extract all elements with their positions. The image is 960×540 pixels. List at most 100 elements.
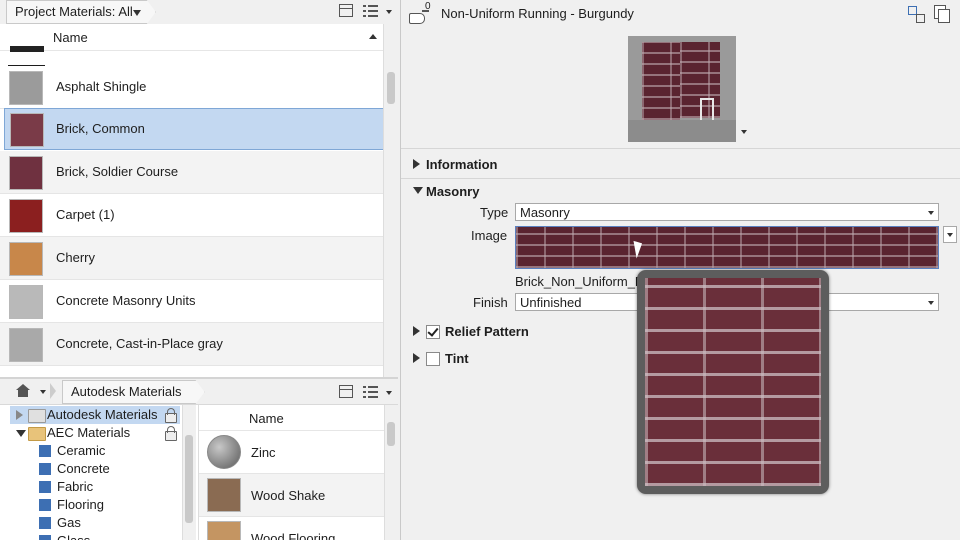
texture-enlarged-preview <box>645 278 821 486</box>
chevron-down-icon <box>928 301 934 305</box>
material-swatch <box>9 328 43 362</box>
collapse-icon <box>413 187 423 194</box>
swap-icon[interactable] <box>908 6 925 23</box>
view-toggle-icon[interactable] <box>339 4 353 17</box>
tree-item-fabric[interactable]: Fabric <box>38 478 178 496</box>
partial-row-swatch <box>8 24 44 52</box>
type-value: Masonry <box>520 205 570 220</box>
tree-scrollbar[interactable] <box>182 405 196 540</box>
image-label: Image <box>471 228 508 243</box>
section-title: Tint <box>445 351 469 366</box>
library-items-scrollbar[interactable] <box>384 405 398 540</box>
expand-icon <box>413 326 420 336</box>
tree-item-flooring[interactable]: Flooring <box>38 496 178 514</box>
scrollbar-thumb[interactable] <box>387 422 395 446</box>
scrollbar-thumb[interactable] <box>185 435 193 523</box>
tree-item-concrete[interactable]: Concrete <box>38 460 178 478</box>
list-item[interactable]: Wood Flooring <box>199 517 385 540</box>
material-swatch <box>10 113 44 147</box>
list-view-icon[interactable] <box>363 385 379 399</box>
image-options-button[interactable] <box>943 226 957 243</box>
materials-scrollbar[interactable] <box>383 24 398 377</box>
folder-icon <box>28 409 46 423</box>
expand-icon <box>413 353 420 363</box>
texture-hover-tooltip <box>637 270 829 494</box>
tree-label: Flooring <box>57 497 104 512</box>
material-title: Non-Uniform Running - Burgundy <box>441 6 634 21</box>
lock-icon <box>165 426 177 441</box>
project-toolbar: Project Materials: All <box>0 0 398 25</box>
section-information[interactable]: Information <box>413 157 713 173</box>
preview-chair <box>700 98 714 120</box>
tree-label: AEC Materials <box>47 425 131 440</box>
chevron-down-icon <box>947 233 953 237</box>
section-masonry[interactable]: Masonry <box>413 184 713 200</box>
home-icon[interactable] <box>16 384 30 397</box>
section-title: Relief Pattern <box>445 324 529 339</box>
library-column-header[interactable]: Name <box>199 405 385 431</box>
category-icon <box>39 517 51 529</box>
library-items-list: Name Zinc Wood Shake Wood Flooring <box>198 405 385 540</box>
list-item[interactable]: Concrete, Cast-in-Place gray <box>0 323 383 366</box>
preview-floor <box>628 120 736 142</box>
material-swatch <box>207 521 241 540</box>
relief-pattern-checkbox[interactable] <box>426 325 440 339</box>
preview-options-chevron[interactable] <box>741 130 747 134</box>
image-texture-preview[interactable] <box>515 226 939 269</box>
material-swatch <box>9 199 43 233</box>
material-name: Cherry <box>56 250 96 265</box>
view-toggle-icon[interactable] <box>339 385 353 398</box>
section-tint[interactable]: Tint <box>413 351 613 367</box>
list-item[interactable]: Cherry <box>0 237 383 280</box>
sort-ascending-icon <box>369 34 377 39</box>
material-name: Concrete Masonry Units <box>56 293 196 308</box>
material-name: Wood Shake <box>251 488 326 503</box>
tree-item-autodesk-materials[interactable]: Autodesk Materials <box>10 406 180 424</box>
materials-list: Asphalt Shingle Brick, Common Brick, Sol… <box>0 50 383 377</box>
chevron-down-icon[interactable] <box>40 390 46 394</box>
image-filename[interactable]: Brick_Non_Uniform_Ru <box>515 274 652 289</box>
list-item[interactable]: Concrete Masonry Units <box>0 280 383 323</box>
scrollbar-thumb[interactable] <box>387 72 395 104</box>
list-view-icon[interactable] <box>363 4 379 18</box>
material-preview[interactable] <box>628 36 736 142</box>
tree-item-aec-materials[interactable]: AEC Materials <box>10 424 180 442</box>
library-tree: Autodesk Materials AEC Materials Ceramic… <box>0 405 198 540</box>
list-item[interactable]: Carpet (1) <box>0 194 383 237</box>
column-name-header[interactable]: Name <box>53 30 88 45</box>
list-item[interactable]: Brick, Soldier Course <box>0 151 383 194</box>
section-relief-pattern[interactable]: Relief Pattern <box>413 324 613 340</box>
list-item[interactable]: Zinc <box>199 431 385 474</box>
material-name: Brick, Common <box>56 121 145 136</box>
tree-label: Glass <box>57 532 90 540</box>
list-item[interactable]: Wood Shake <box>199 474 385 517</box>
project-filter-dropdown[interactable]: Project Materials: All <box>6 0 156 24</box>
category-icon <box>39 499 51 511</box>
chevron-down-icon <box>133 10 141 16</box>
list-item[interactable]: Asphalt Shingle <box>0 66 383 109</box>
material-name: Concrete, Cast-in-Place gray <box>56 336 223 351</box>
chevron-down-icon[interactable] <box>386 10 392 14</box>
chevron-down-icon[interactable] <box>386 391 392 395</box>
tree-label: Ceramic <box>57 443 106 458</box>
list-item-selected[interactable]: Brick, Common <box>4 108 383 150</box>
preview-wall-left <box>642 42 680 120</box>
column-header[interactable]: Name <box>0 24 383 52</box>
tree-item-glass[interactable]: Glass <box>38 532 178 540</box>
tree-label: Concrete <box>57 461 110 476</box>
tree-item-ceramic[interactable]: Ceramic <box>38 442 178 460</box>
duplicate-icon[interactable] <box>934 5 950 23</box>
material-name: Wood Flooring <box>251 531 336 540</box>
type-dropdown[interactable]: Masonry <box>515 203 939 221</box>
material-name: Asphalt Shingle <box>56 79 147 94</box>
library-breadcrumb[interactable]: Autodesk Materials <box>62 380 205 404</box>
tint-checkbox[interactable] <box>426 352 440 366</box>
project-materials-panel: Project Materials: All Name Asphalt Shin… <box>0 0 398 377</box>
category-icon <box>39 445 51 457</box>
material-swatch <box>207 435 241 469</box>
tree-item-gas[interactable]: Gas <box>38 514 178 532</box>
project-filter-label: Project Materials: All <box>15 4 133 19</box>
library-panel: Autodesk Materials Autodesk Materials AE… <box>0 379 398 540</box>
column-name-header[interactable]: Name <box>249 411 284 426</box>
material-name: Zinc <box>251 445 276 460</box>
